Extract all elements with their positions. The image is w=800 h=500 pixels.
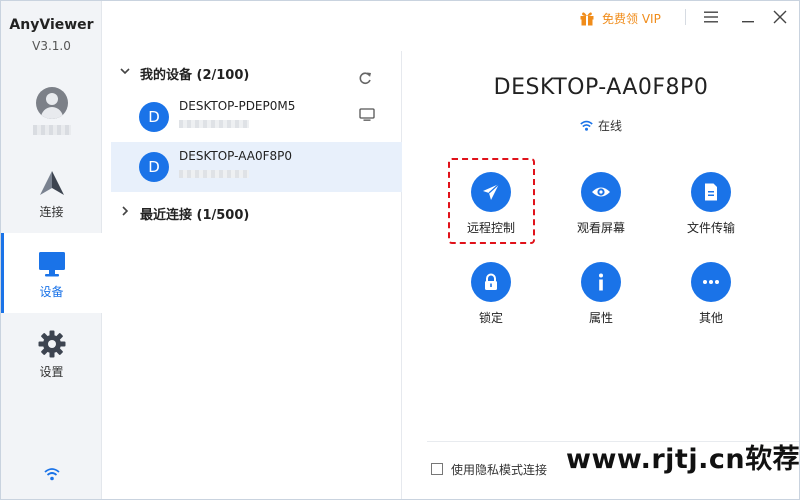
close-icon[interactable]	[773, 10, 787, 24]
group-label-my-devices: 我的设备 (2/100)	[140, 68, 250, 83]
nav-label-connect: 连接	[39, 205, 64, 219]
action-label: 观看屏幕	[576, 221, 625, 235]
avatar-body	[41, 107, 63, 119]
eye-icon	[592, 187, 610, 197]
lock-icon	[485, 273, 497, 290]
device-row[interactable]: D DESKTOP-PDEP0M5	[111, 92, 402, 142]
refresh-icon[interactable]	[358, 71, 372, 85]
group-label-recent: 最近连接 (1/500)	[140, 208, 250, 223]
action-circle	[581, 172, 621, 212]
nav-label-devices: 设备	[39, 285, 64, 299]
action-label: 远程控制	[466, 221, 515, 235]
nav-item-connect[interactable]: 连接	[1, 153, 102, 233]
privacy-mode-checkbox[interactable]	[431, 463, 443, 475]
screen-icon[interactable]	[359, 108, 375, 122]
nav-item-settings[interactable]: 设置	[1, 313, 102, 393]
properties-button[interactable]: 属性	[556, 262, 646, 342]
status-badge: 在线	[403, 117, 799, 133]
action-label: 文件传输	[686, 221, 735, 235]
app-title: AnyViewer	[9, 17, 94, 33]
file-transfer-button[interactable]: 文件传输	[666, 172, 756, 252]
device-id-redacted	[179, 120, 249, 128]
device-name: DESKTOP-AA0F8P0	[179, 149, 292, 163]
device-title: DESKTOP-AA0F8P0	[493, 75, 709, 100]
file-icon	[705, 183, 717, 201]
action-circle	[691, 262, 731, 302]
device-list-pane: 我的设备 (2/100) D DESKTOP-PDEP0M5 D DESKTOP…	[103, 51, 402, 499]
action-circle	[691, 172, 731, 212]
status-text: 在线	[597, 119, 622, 133]
group-my-devices[interactable]: 我的设备 (2/100)	[103, 57, 402, 87]
gear-icon	[38, 330, 66, 358]
privacy-mode-label: 使用隐私模式连接	[451, 463, 548, 477]
view-screen-button[interactable]: 观看屏幕	[556, 172, 646, 252]
remote-control-button[interactable]: 远程控制	[446, 172, 536, 252]
avatar-head	[46, 93, 58, 105]
device-id-redacted	[179, 170, 249, 178]
connect-icon	[40, 171, 64, 195]
action-label: 属性	[588, 311, 613, 325]
network-wifi-icon	[44, 468, 60, 481]
device-name: DESKTOP-PDEP0M5	[179, 99, 296, 113]
more-button[interactable]: 其他	[666, 262, 756, 342]
info-icon	[599, 273, 603, 291]
minimize-icon[interactable]	[741, 11, 755, 23]
action-circle	[471, 262, 511, 302]
gift-icon	[580, 12, 594, 26]
app-version: V3.1.0	[32, 39, 71, 53]
send-icon	[483, 183, 500, 200]
avatar[interactable]	[36, 87, 68, 119]
menu-icon[interactable]	[704, 11, 718, 23]
chevron-right-icon	[122, 206, 129, 216]
action-circle	[471, 172, 511, 212]
action-label: 其他	[698, 311, 723, 325]
monitor-icon	[39, 252, 65, 277]
online-wifi-icon	[580, 120, 593, 131]
lock-button[interactable]: 锁定	[446, 262, 536, 342]
device-avatar: D	[139, 152, 169, 182]
device-row-selected[interactable]: D DESKTOP-AA0F8P0	[111, 142, 402, 192]
watermark: www.rjtj.cn软荐网	[566, 444, 800, 475]
left-nav: AnyViewer V3.1.0 连接 设备 设置	[1, 1, 102, 499]
nav-label-settings: 设置	[39, 365, 64, 379]
action-label: 锁定	[478, 311, 503, 325]
titlebar-divider	[685, 9, 686, 25]
more-icon	[703, 280, 719, 284]
group-recent[interactable]: 最近连接 (1/500)	[103, 197, 402, 227]
action-circle	[581, 262, 621, 302]
device-detail-pane: DESKTOP-AA0F8P0 在线 远程控制 观看屏幕 文件传输 锁定 属性 …	[403, 51, 799, 499]
chevron-down-icon	[120, 68, 130, 75]
vip-label: 免费领 VIP	[602, 12, 661, 26]
device-avatar: D	[139, 102, 169, 132]
app-window: AnyViewer V3.1.0 连接 设备 设置 我的设备 (2/100) D…	[0, 0, 800, 500]
account-name-redacted	[33, 125, 71, 135]
nav-item-devices[interactable]: 设备	[1, 233, 102, 313]
